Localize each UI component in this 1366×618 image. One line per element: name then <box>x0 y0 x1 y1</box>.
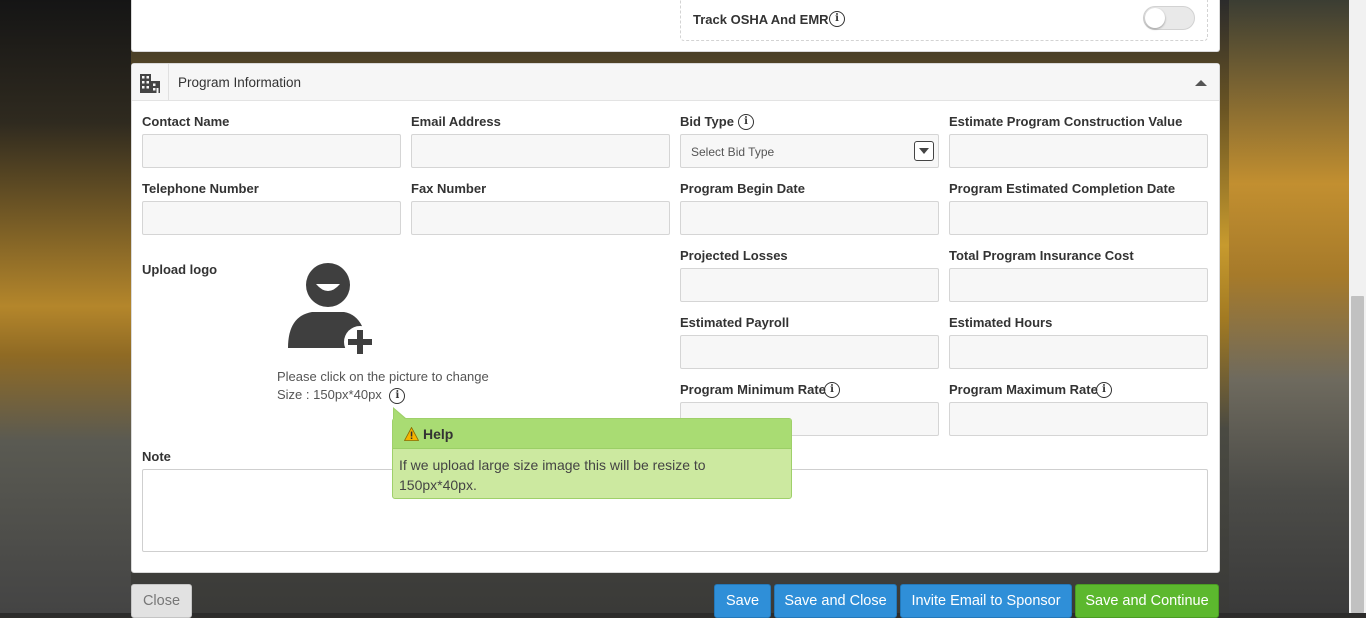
upload-logo-label: Upload logo <box>142 262 218 277</box>
bid-type-selected: Select Bid Type <box>691 145 775 159</box>
max-rate-input[interactable] <box>949 402 1208 436</box>
note-label: Note <box>142 449 171 464</box>
contact-name-label: Contact Name <box>142 114 230 129</box>
fax-input[interactable] <box>411 201 670 235</box>
info-icon[interactable]: i <box>738 114 754 130</box>
background-photo-right <box>1229 0 1366 613</box>
upload-hint-text: Please click on the picture to change <box>277 369 489 384</box>
panel-title: Program Information <box>178 75 302 90</box>
bid-type-select[interactable]: Select Bid Type <box>680 134 939 168</box>
estimated-hours-input[interactable] <box>949 335 1208 369</box>
info-icon[interactable]: i <box>824 382 840 398</box>
email-address-label: Email Address <box>411 114 501 129</box>
osha-emr-row: Track OSHA And EMR i <box>680 0 1208 41</box>
estimated-hours-label: Estimated Hours <box>949 315 1053 330</box>
estimate-value-input[interactable] <box>949 134 1208 168</box>
fax-label: Fax Number <box>411 181 487 196</box>
projected-losses-input[interactable] <box>680 268 939 302</box>
add-user-icon[interactable] <box>282 260 382 360</box>
caret-up-icon[interactable] <box>1195 80 1207 86</box>
begin-date-input[interactable] <box>680 201 939 235</box>
completion-date-label: Program Estimated Completion Date <box>949 181 1176 196</box>
estimated-payroll-input[interactable] <box>680 335 939 369</box>
warning-icon <box>403 426 420 444</box>
upload-size-text: Size : 150px*40px <box>277 387 382 402</box>
osha-emr-toggle[interactable] <box>1143 6 1195 30</box>
scrollbar-thumb[interactable] <box>1351 296 1364 613</box>
panel-header[interactable]: Program Information <box>132 64 1219 101</box>
completion-date-input[interactable] <box>949 201 1208 235</box>
info-icon[interactable]: i <box>1096 382 1112 398</box>
upload-hint: Please click on the picture to change Si… <box>277 368 489 404</box>
chevron-down-icon[interactable] <box>914 141 934 161</box>
building-icon <box>132 64 169 100</box>
insurance-cost-label: Total Program Insurance Cost <box>949 248 1134 263</box>
begin-date-label: Program Begin Date <box>680 181 805 196</box>
osha-emr-label: Track OSHA And EMR <box>693 12 829 27</box>
help-text: If we upload large size image this will … <box>399 457 706 493</box>
bid-type-label: Bid Type <box>680 114 734 129</box>
info-icon[interactable]: i <box>829 11 845 27</box>
tooltip-arrow-inner <box>394 409 406 420</box>
help-tooltip: Help If we upload large size image this … <box>392 407 792 499</box>
contact-name-input[interactable] <box>142 134 401 168</box>
telephone-label: Telephone Number <box>142 181 259 196</box>
help-title: Help <box>423 426 454 442</box>
help-header: Help <box>393 407 791 449</box>
min-rate-label: Program Minimum Rate <box>680 382 826 397</box>
telephone-input[interactable] <box>142 201 401 235</box>
bid-type-label-text: Bid Type <box>680 114 734 129</box>
background-photo-left <box>0 0 131 613</box>
projected-losses-label: Projected Losses <box>680 248 788 263</box>
estimate-value-label: Estimate Program Construction Value <box>949 114 1183 129</box>
max-rate-label: Program Maximum Rate <box>949 382 1098 397</box>
previous-section-card: Track OSHA And EMR i <box>131 0 1220 52</box>
upload-size-row: Size : 150px*40px i <box>277 386 489 404</box>
insurance-cost-input[interactable] <box>949 268 1208 302</box>
info-icon[interactable]: i <box>389 387 406 404</box>
email-address-input[interactable] <box>411 134 670 168</box>
estimated-payroll-label: Estimated Payroll <box>680 315 790 330</box>
toggle-knob <box>1145 8 1165 28</box>
